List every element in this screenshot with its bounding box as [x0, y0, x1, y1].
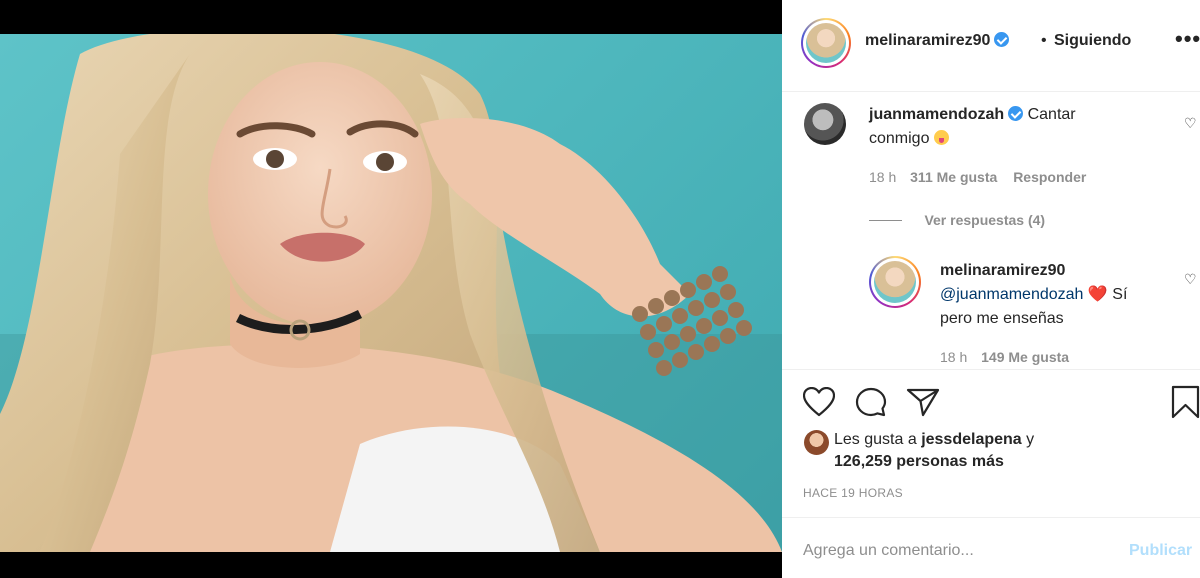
post-actions: Les gusta a jessdelapena y 126,259 perso… [782, 369, 1200, 517]
post-time-ago[interactable]: HACE 19 HORAS [803, 486, 903, 500]
author-username-link[interactable]: melinaramirez90 [865, 32, 1010, 50]
comments-list[interactable]: juanmamendozah Cantar conmigo ♡ 18 h 311… [782, 93, 1200, 368]
reply-meta: 18 h 149 Me gusta [940, 349, 1069, 365]
likes-connector: y [1026, 431, 1035, 448]
reply-likes[interactable]: 149 Me gusta [981, 349, 1069, 365]
reply-text-line2: pero me enseñas [940, 310, 1064, 327]
selfie-image [0, 34, 782, 552]
comment-meta: 18 h 311 Me gusta Responder [869, 169, 1086, 185]
likes-prefix: Les gusta a [834, 431, 917, 448]
post-header: melinaramirez90 • Siguiendo ••• [782, 0, 1200, 92]
likes-count[interactable]: 126,259 personas más [834, 453, 1004, 470]
verified-badge-icon [994, 32, 1010, 47]
replies-divider [869, 220, 902, 221]
post-detail-panel: melinaramirez90 • Siguiendo ••• juanmame… [782, 0, 1200, 578]
author-username[interactable]: melinaramirez90 [865, 32, 990, 49]
view-replies[interactable]: Ver respuestas (4) [869, 212, 1045, 230]
reply-username[interactable]: melinaramirez90 [940, 262, 1065, 279]
likes-summary: Les gusta a jessdelapena y 126,259 perso… [834, 429, 1034, 473]
like-heart-icon[interactable] [802, 386, 836, 422]
reply-body: melinaramirez90 @juanmamendozah ❤️ Sí pe… [940, 259, 1180, 331]
liker-avatar[interactable] [804, 430, 829, 455]
separator-dot: • [1041, 32, 1047, 49]
following-button[interactable]: Siguiendo [1054, 32, 1131, 50]
verified-badge-icon [1008, 106, 1024, 121]
reply-button[interactable]: Responder [1013, 169, 1086, 185]
reply-text: Sí [1112, 286, 1128, 303]
post-photo[interactable] [0, 34, 782, 552]
save-bookmark-icon[interactable] [1171, 385, 1200, 424]
author-avatar[interactable] [801, 18, 851, 68]
reply-like-heart-icon[interactable]: ♡ [1184, 271, 1197, 288]
comment-username[interactable]: juanmamendozah [869, 106, 1004, 123]
commenter-avatar[interactable] [804, 103, 846, 145]
view-replies-button[interactable]: Ver respuestas (4) [924, 212, 1045, 228]
publish-button[interactable]: Publicar [1129, 542, 1192, 560]
comment-time: 18 h [869, 169, 897, 185]
comment-text: Cantar [1027, 106, 1076, 123]
reply-time: 18 h [940, 349, 968, 365]
more-options-icon[interactable]: ••• [1175, 26, 1200, 52]
comment-likes[interactable]: 311 Me gusta [910, 169, 997, 185]
comment-text-line2: conmigo [869, 130, 930, 147]
red-heart-emoji-icon: ❤️ [1087, 286, 1108, 303]
reply-author-avatar[interactable] [869, 256, 921, 308]
add-comment-bar: Publicar [782, 517, 1200, 578]
mention-link[interactable]: @juanmamendozah [940, 286, 1083, 303]
share-paper-plane-icon[interactable] [906, 387, 940, 422]
post-photo-pane [0, 0, 782, 578]
comment-like-heart-icon[interactable]: ♡ [1184, 115, 1197, 132]
comment-body: juanmamendozah Cantar conmigo [869, 103, 1169, 151]
liker-username[interactable]: jessdelapena [921, 431, 1022, 448]
face-with-tongue-emoji-icon [933, 130, 949, 145]
comment-input[interactable] [803, 542, 1103, 560]
comment-bubble-icon[interactable] [855, 387, 887, 422]
